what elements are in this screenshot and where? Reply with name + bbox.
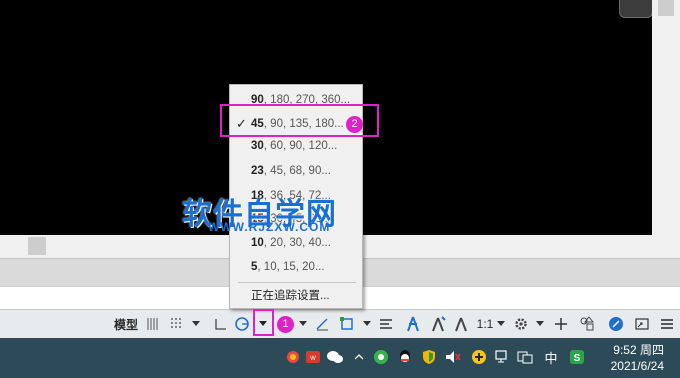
watermark-url: WWW.RJZXW.COM xyxy=(208,220,331,234)
vertical-scroll-thumb[interactable] xyxy=(658,0,674,16)
caret-up-icon[interactable] xyxy=(350,348,368,366)
language-icon[interactable] xyxy=(516,348,534,366)
viewcube-corner-button[interactable] xyxy=(619,0,653,18)
svg-text:S: S xyxy=(574,353,581,364)
network-icon[interactable] xyxy=(494,348,512,366)
fullscreen-icon[interactable] xyxy=(631,310,653,338)
annotation-icon[interactable] xyxy=(402,310,424,338)
annotation-visibility-icon[interactable] xyxy=(427,310,449,338)
callout-badge-1: 1 xyxy=(277,316,294,333)
osnap-dropdown-icon[interactable] xyxy=(297,310,309,338)
input-method-icon[interactable]: S xyxy=(568,348,586,366)
properties-icon[interactable] xyxy=(376,310,396,338)
transparency-icon[interactable] xyxy=(336,310,358,338)
ortho-icon[interactable] xyxy=(210,310,230,338)
model-label: 模型 xyxy=(113,317,138,332)
scale-label: 1:1 xyxy=(476,317,494,331)
menu-separator xyxy=(238,282,356,283)
menu-item-5[interactable]: 5, 10, 15, 20... xyxy=(230,256,362,278)
clock-date: 2021/6/24 xyxy=(610,359,664,373)
clock-time: 9:52 周四 xyxy=(613,343,664,357)
model-tab[interactable]: 模型 xyxy=(110,310,142,338)
horizontal-scroll-thumb[interactable] xyxy=(28,237,46,255)
qq-icon[interactable] xyxy=(396,348,414,366)
browser-icon[interactable] xyxy=(372,348,390,366)
vertical-scrollbar[interactable] xyxy=(652,0,680,258)
svg-text:W: W xyxy=(310,356,316,362)
menu-item-30[interactable]: 30, 60, 90, 120... xyxy=(230,135,362,157)
status-bar: 模型 1:1 xyxy=(0,309,680,338)
transparency-dropdown-icon[interactable] xyxy=(361,310,373,338)
plus-app-icon[interactable] xyxy=(470,348,488,366)
workspace-gear-icon[interactable] xyxy=(511,310,531,338)
highlight-box-dropdown xyxy=(253,309,274,336)
snap-icon[interactable] xyxy=(166,310,188,338)
scale-dropdown-icon[interactable] xyxy=(496,310,506,338)
customize-icon[interactable] xyxy=(656,310,678,338)
lineweight-icon[interactable] xyxy=(312,310,332,338)
security-icon[interactable] xyxy=(420,348,438,366)
system-clock[interactable]: 9:52 周四 2021/6/24 xyxy=(611,342,664,374)
menu-item-23[interactable]: 23, 45, 68, 90... xyxy=(230,160,362,182)
volume-icon[interactable] xyxy=(444,348,462,366)
autoscale-icon[interactable] xyxy=(451,310,471,338)
grid-icon[interactable] xyxy=(144,310,162,338)
tracking-settings-item[interactable]: 正在追踪设置... xyxy=(230,285,362,307)
wps-icon[interactable]: W xyxy=(304,348,322,366)
isolate-icon[interactable] xyxy=(576,310,598,338)
app-icon[interactable] xyxy=(284,348,302,366)
polar-tracking-icon[interactable] xyxy=(232,310,252,338)
ime-label: 中 xyxy=(544,350,558,366)
ime-indicator[interactable]: 中 xyxy=(540,348,562,366)
annotation-scale[interactable]: 1:1 xyxy=(475,310,495,338)
menu-item-10[interactable]: 10, 20, 30, 40... xyxy=(230,232,362,254)
snap-dropdown-icon[interactable] xyxy=(190,310,202,338)
windows-taskbar: W 中 S 9:52 周四 2021/6/24 xyxy=(0,338,680,378)
callout-badge-2: 2 xyxy=(346,116,363,133)
wechat-icon[interactable] xyxy=(326,348,344,366)
workspace-dropdown-icon[interactable] xyxy=(534,310,546,338)
annotation-monitor-icon[interactable] xyxy=(551,310,571,338)
hardware-acceleration-icon[interactable] xyxy=(605,310,627,338)
